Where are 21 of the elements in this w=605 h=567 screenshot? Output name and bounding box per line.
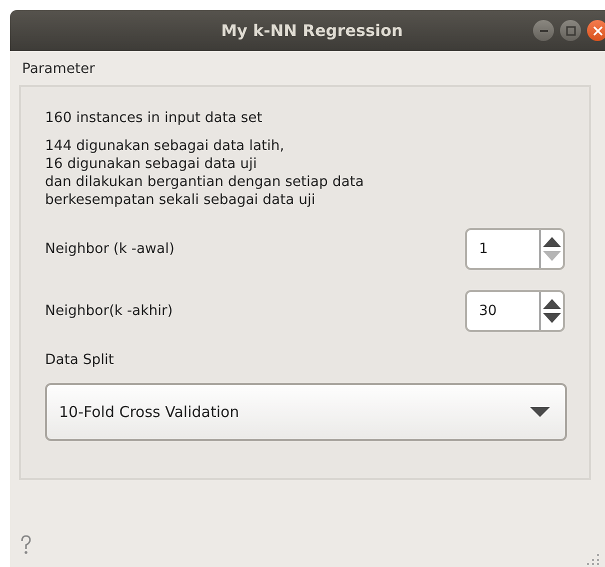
- close-button[interactable]: [587, 20, 605, 41]
- help-icon[interactable]: [20, 535, 32, 555]
- decrement-arrow-icon[interactable]: [542, 312, 562, 325]
- increment-arrow-icon[interactable]: [542, 297, 562, 310]
- data-split-dropdown[interactable]: 10-Fold Cross Validation: [45, 383, 567, 441]
- resize-grip-icon[interactable]: [586, 551, 600, 565]
- data-split-label: Data Split: [45, 352, 115, 368]
- number-spinbox[interactable]: 1: [465, 228, 565, 270]
- instance-count-text: 160 instances in input data set: [45, 110, 264, 126]
- number-spinbox[interactable]: 30: [465, 290, 565, 332]
- group-title: Parameter: [22, 61, 96, 77]
- spinbox-label: Neighbor(k -akhir): [45, 303, 173, 319]
- maximize-button[interactable]: [560, 20, 581, 41]
- close-icon: [592, 26, 602, 36]
- window-title: My k-NN Regression: [221, 21, 403, 40]
- minimize-button[interactable]: [533, 20, 554, 41]
- caret-icon: [529, 406, 551, 418]
- spinbox-label: Neighbor (k -awal): [45, 241, 174, 257]
- maximize-icon: [566, 26, 576, 36]
- increment-arrow-icon[interactable]: [542, 235, 562, 248]
- description-text: 144 digunakan sebagai data latih, 16 digunakan sebagai data uji dan dilakukan bergantian dengan setiap data berkesempatan sekali sebagai data uji: [45, 137, 365, 209]
